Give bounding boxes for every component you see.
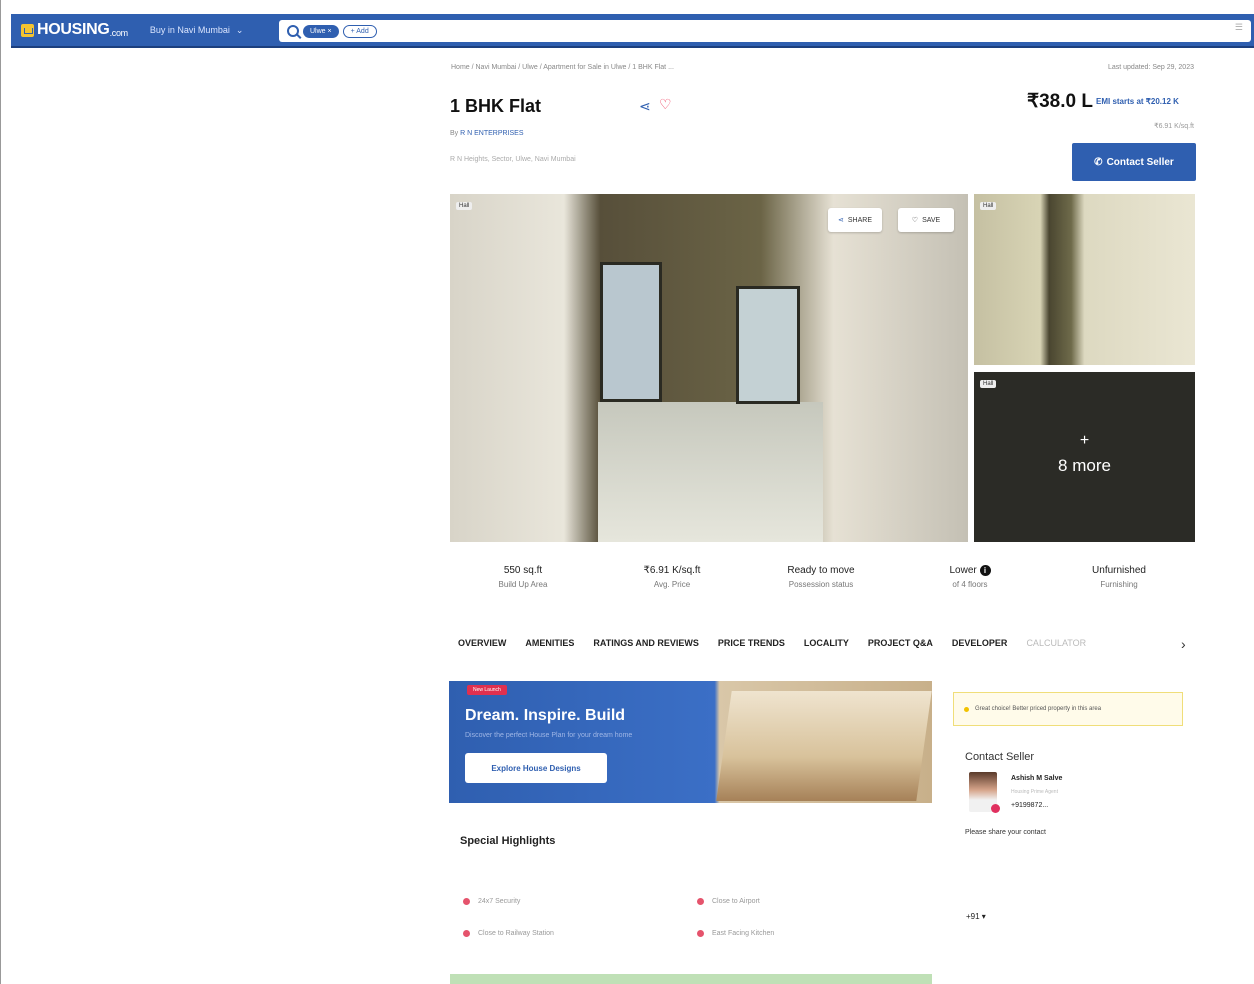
plus-icon: +	[1079, 432, 1090, 449]
city-label: Buy in Navi Mumbai	[149, 25, 230, 35]
tab-developer[interactable]: DEVELOPER	[952, 638, 1008, 648]
save-button[interactable]: ♡ SAVE	[898, 208, 954, 232]
tab-calculator[interactable]: CALCULATOR	[1026, 638, 1086, 648]
locality-chip[interactable]: Ulwe ×	[303, 24, 339, 38]
price-alert: Great choice! Better priced property in …	[953, 692, 1183, 726]
stat-label: Furnishing	[1100, 580, 1138, 589]
stat-furnishing: Unfurnished Furnishing	[1049, 565, 1189, 589]
photo-tag: Hall	[980, 380, 997, 388]
promo-banner[interactable]: New Launch Dream. Inspire. Build Discove…	[449, 681, 932, 803]
top-nav-bar: HOUSING .com Buy in Navi Mumbai ⌄ Ulwe ×…	[11, 14, 1254, 48]
banner-subtitle: Discover the perfect House Plan for your…	[465, 732, 633, 739]
verified-icon	[991, 804, 1000, 813]
check-icon	[697, 898, 704, 905]
check-icon	[463, 898, 470, 905]
city-selector[interactable]: Buy in Navi Mumbai ⌄	[150, 25, 244, 36]
photo-tag: Hall	[456, 202, 473, 210]
menu-icon[interactable]: ☰	[1235, 22, 1243, 33]
home-icon	[21, 23, 34, 37]
phone-icon: ✆	[1094, 156, 1103, 168]
stat-floor: Lower i of 4 floors	[900, 565, 1040, 589]
country-code-select[interactable]: +91 ▾	[966, 912, 986, 921]
stat-value: 550 sq.ft	[503, 565, 543, 576]
agent-role: Housing Prime Agent	[1011, 789, 1058, 795]
thumbnail-photo[interactable]: Hall	[974, 194, 1195, 365]
stat-avg-price: ₹6.91 K/sq.ft Avg. Price	[602, 565, 742, 589]
contact-seller-button[interactable]: ✆ Contact Seller	[1072, 143, 1196, 181]
window-right	[736, 286, 800, 404]
page-title: 1 BHK Flat	[450, 96, 542, 116]
stat-label: Possession status	[788, 580, 854, 589]
contact-seller-label: Contact Seller	[1106, 156, 1174, 168]
breadcrumb[interactable]: Home / Navi Mumbai / Ulwe / Apartment fo…	[451, 64, 674, 71]
stat-possession: Ready to move Possession status	[751, 565, 891, 589]
developer-link[interactable]: R N ENTERPRISES	[460, 130, 523, 137]
housing-logo[interactable]: HOUSING .com	[21, 21, 128, 39]
share-button[interactable]: ⋖ SHARE	[828, 208, 882, 232]
share-icon: ⋖	[838, 217, 844, 224]
tab-amenities[interactable]: AMENITIES	[525, 638, 574, 648]
stat-value: ₹6.91 K/sq.ft	[643, 565, 701, 576]
more-photos-count: 8 more	[1058, 456, 1111, 475]
last-updated: Last updated: Sep 29, 2023	[1107, 64, 1194, 71]
window-left	[600, 262, 662, 402]
new-launch-badge: New Launch	[467, 685, 507, 695]
developer-line: By R N ENTERPRISES	[450, 130, 524, 137]
info-icon[interactable]: i	[979, 565, 991, 576]
banner-title: Dream. Inspire. Build	[465, 707, 626, 724]
price: ₹38.0 L	[1027, 91, 1093, 112]
check-icon	[463, 930, 470, 937]
price-per-sqft: ₹6.91 K/sq.ft	[1154, 123, 1194, 130]
chevron-down-icon: ⌄	[235, 24, 244, 35]
save-label: SAVE	[922, 216, 941, 224]
main-photo[interactable]: Hall ⋖ SHARE ♡ SAVE	[450, 194, 968, 542]
floor-area	[598, 402, 823, 542]
heart-icon[interactable]: ♡	[659, 96, 672, 113]
agent-phone[interactable]: +9199872...	[1011, 802, 1048, 809]
stat-value: Ready to move	[787, 565, 855, 576]
stat-label: Avg. Price	[653, 580, 691, 589]
search-icon[interactable]	[287, 25, 299, 37]
stat-label: Build Up Area	[498, 580, 548, 589]
highlight-item: East Facing Kitchen	[697, 930, 774, 937]
stat-area: 550 sq.ft Build Up Area	[453, 565, 593, 589]
stat-label: of 4 floors	[952, 580, 988, 589]
tab-overview[interactable]: OVERVIEW	[458, 638, 506, 648]
tab-locality[interactable]: LOCALITY	[804, 638, 849, 648]
photo-tag: Hall	[980, 202, 997, 210]
add-locality-button[interactable]: + Add	[342, 24, 377, 38]
highlight-item: 24x7 Security	[463, 898, 520, 905]
logo-text: HOUSING	[37, 21, 110, 38]
map-preview	[450, 974, 932, 984]
share-icon[interactable]: ⋖	[639, 98, 651, 115]
by-prefix: By	[450, 130, 461, 137]
search-bar[interactable]: Ulwe × + Add	[279, 20, 1251, 42]
room-illustration	[716, 691, 932, 801]
share-contact-label: Please share your contact	[965, 829, 1046, 836]
highlight-item: Close to Airport	[697, 898, 760, 905]
tab-ratings[interactable]: RATINGS AND REVIEWS	[593, 638, 699, 648]
more-photos-tile[interactable]: Hall + 8 more	[974, 372, 1195, 542]
address: R N Heights, Sector, Ulwe, Navi Mumbai	[450, 156, 576, 163]
check-icon	[697, 930, 704, 937]
highlights-title: Special Highlights	[460, 835, 556, 847]
explore-designs-button[interactable]: Explore House Designs	[465, 753, 607, 783]
chevron-right-icon[interactable]: ›	[1181, 636, 1186, 652]
star-icon	[964, 706, 969, 712]
tab-project-qa[interactable]: PROJECT Q&A	[868, 638, 933, 648]
section-tabs: OVERVIEW AMENITIES RATINGS AND REVIEWS P…	[458, 638, 1086, 648]
logo-suffix: .com	[109, 27, 129, 38]
heart-icon: ♡	[911, 217, 919, 224]
stat-value: Lower i	[900, 565, 1040, 576]
stat-value: Unfurnished	[1092, 565, 1146, 576]
highlight-item: Close to Railway Station	[463, 930, 554, 937]
tab-price-trends[interactable]: PRICE TRENDS	[718, 638, 785, 648]
contact-seller-title: Contact Seller	[965, 751, 1035, 763]
share-label: SHARE	[847, 216, 872, 224]
emi-link[interactable]: EMI starts at ₹20.12 K	[1096, 97, 1179, 106]
page: HOUSING .com Buy in Navi Mumbai ⌄ Ulwe ×…	[0, 0, 1254, 984]
agent-name: Ashish M Salve	[1011, 775, 1063, 782]
